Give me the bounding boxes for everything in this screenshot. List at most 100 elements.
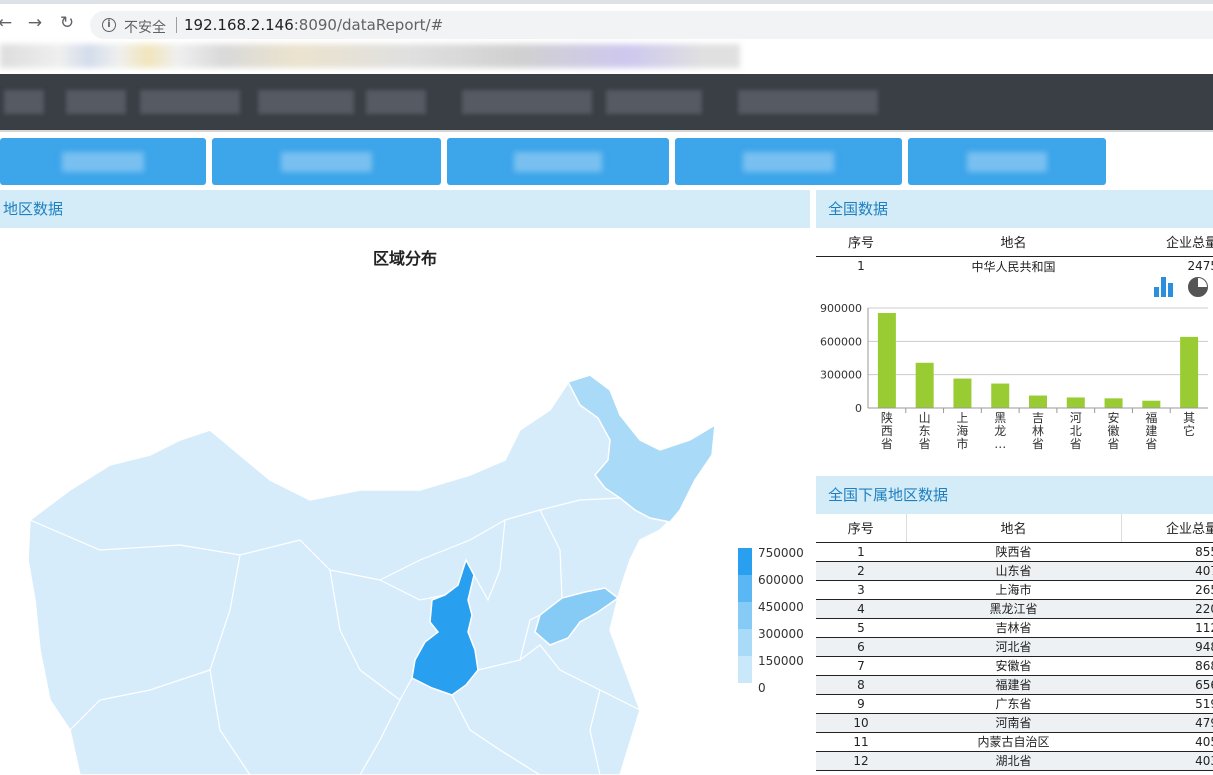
table-row[interactable]: 7安徽省868 bbox=[816, 656, 1213, 676]
bar[interactable] bbox=[1104, 398, 1123, 408]
region-bar-chart[interactable]: 900000 600000 300000 0 陕西省 山东省 上海市 黑龙… 吉林省 河北省 安徽省… bbox=[816, 295, 1213, 470]
subregion-data-header: 全国下属地区数据 bbox=[816, 476, 1213, 514]
bar-chart-icon[interactable] bbox=[1154, 277, 1178, 297]
map-legend: 750000 600000 450000 300000 150000 0 bbox=[738, 546, 804, 695]
legend-swatch[interactable] bbox=[738, 629, 752, 656]
col-header-index[interactable]: 序号 bbox=[816, 228, 906, 257]
table-row[interactable]: 3上海市265 bbox=[816, 580, 1213, 600]
table-row[interactable]: 11内蒙古自治区405 bbox=[816, 732, 1213, 752]
cell-total: 855 bbox=[1121, 542, 1213, 562]
app-header bbox=[0, 74, 1213, 130]
col-header-total[interactable]: 企业总量 bbox=[1121, 228, 1213, 257]
tab-button[interactable] bbox=[675, 138, 902, 185]
cell-total: 407 bbox=[1121, 561, 1213, 581]
col-header-name[interactable]: 地名 bbox=[906, 514, 1122, 543]
insecure-label: 不安全 bbox=[124, 20, 166, 36]
cell-total: 948 bbox=[1121, 637, 1213, 657]
bar[interactable] bbox=[953, 378, 972, 408]
x-tick-label: 黑龙… bbox=[994, 411, 1006, 451]
table-row[interactable]: 1陕西省855 bbox=[816, 542, 1213, 562]
national-table-wrap: 序号 地名 企业总量 1 中华人民共和国 2475 bbox=[816, 228, 1213, 276]
blurred-nav-item[interactable] bbox=[738, 90, 878, 114]
china-map[interactable] bbox=[0, 370, 740, 775]
tab-button[interactable] bbox=[908, 138, 1106, 185]
table-row[interactable]: 10河南省479 bbox=[816, 713, 1213, 733]
table-row[interactable]: 5吉林省112 bbox=[816, 618, 1213, 638]
bar[interactable] bbox=[991, 383, 1010, 408]
table-row[interactable]: 4黑龙江省220 bbox=[816, 599, 1213, 619]
x-tick-label: 吉林省 bbox=[1032, 411, 1044, 451]
blurred-nav-item[interactable] bbox=[4, 90, 44, 114]
browser-address-bar: ← → ↻ i 不安全 192.168.2.146:8090/dataRepor… bbox=[0, 0, 1213, 40]
blurred-nav-item[interactable] bbox=[366, 90, 426, 114]
url-text[interactable]: 192.168.2.146:8090/dataReport/# bbox=[184, 16, 443, 34]
blurred-nav-item[interactable] bbox=[462, 90, 592, 114]
tab-label-blur bbox=[513, 152, 603, 172]
bar[interactable] bbox=[1180, 336, 1199, 408]
legend-swatch[interactable] bbox=[738, 656, 752, 683]
y-tick-label: 300000 bbox=[820, 369, 862, 382]
col-header-total[interactable]: 企业总量 bbox=[1121, 514, 1213, 543]
national-table: 序号 地名 企业总量 1 中华人民共和国 2475 bbox=[816, 228, 1213, 276]
tab-button[interactable] bbox=[0, 138, 206, 185]
bar[interactable] bbox=[877, 313, 896, 408]
table-row[interactable]: 2山东省407 bbox=[816, 561, 1213, 581]
pie-chart-icon[interactable] bbox=[1188, 277, 1208, 297]
info-icon[interactable]: i bbox=[102, 18, 116, 32]
legend-label: 600000 bbox=[758, 573, 804, 587]
blurred-nav-item[interactable] bbox=[140, 90, 240, 114]
x-tick-label: 上海市 bbox=[956, 411, 968, 451]
subregion-table: 序号 地名 企业总量 1陕西省8552山东省4073上海市2654黑龙江省220… bbox=[816, 514, 1213, 771]
bar[interactable] bbox=[915, 362, 934, 408]
tab-button[interactable] bbox=[212, 138, 441, 185]
table-row[interactable]: 12湖北省403 bbox=[816, 751, 1213, 771]
cell-name: 中华人民共和国 bbox=[971, 259, 1056, 274]
cell-index: 1 bbox=[816, 542, 906, 562]
legend-swatch[interactable] bbox=[738, 548, 752, 575]
legend-scale: 750000 600000 450000 300000 150000 0 bbox=[738, 546, 804, 695]
cell-total: 403 bbox=[1121, 751, 1213, 771]
subregion-table-wrap: 序号 地名 企业总量 1陕西省8552山东省4073上海市2654黑龙江省220… bbox=[816, 514, 1213, 775]
table-row[interactable]: 6河北省948 bbox=[816, 637, 1213, 657]
legend-swatch[interactable] bbox=[738, 575, 752, 602]
blurred-nav-item[interactable] bbox=[66, 90, 126, 114]
bar[interactable] bbox=[1029, 395, 1047, 408]
legend-swatch[interactable] bbox=[738, 602, 752, 629]
table-row[interactable]: 9广东省519 bbox=[816, 694, 1213, 714]
table-row[interactable]: 8福建省656 bbox=[816, 675, 1213, 695]
cell-index: 10 bbox=[816, 713, 906, 733]
x-tick-label: 安徽省 bbox=[1108, 410, 1120, 451]
map-title: 区域分布 bbox=[372, 249, 437, 268]
cell-total: 519 bbox=[1121, 694, 1213, 714]
cell-name: 吉林省 bbox=[906, 618, 1121, 638]
table-row[interactable]: 1 中华人民共和国 2475 bbox=[816, 256, 1213, 276]
x-tick-label: 其它 bbox=[1183, 411, 1195, 438]
y-tick-label: 600000 bbox=[820, 335, 862, 348]
x-tick-label: 山东省 bbox=[919, 411, 931, 451]
cell-total: 265 bbox=[1121, 580, 1213, 600]
url-path: :8090/dataReport/# bbox=[293, 16, 444, 34]
cell-total: 2475 bbox=[1187, 259, 1213, 274]
legend-label: 750000 bbox=[758, 546, 804, 560]
cell-total: 656 bbox=[1121, 675, 1213, 695]
cell-index: 9 bbox=[816, 694, 906, 714]
col-header-name[interactable]: 地名 bbox=[906, 228, 1121, 257]
back-icon[interactable]: ← bbox=[0, 12, 16, 34]
cell-total: 479 bbox=[1121, 713, 1213, 733]
col-header-index[interactable]: 序号 bbox=[816, 514, 907, 543]
url-separator bbox=[176, 17, 177, 33]
blurred-bookmarks bbox=[0, 44, 740, 68]
reload-icon[interactable]: ↻ bbox=[56, 12, 78, 34]
blurred-nav-item[interactable] bbox=[258, 90, 354, 114]
x-tick-label: 陕西省 bbox=[881, 410, 893, 451]
tab-button[interactable] bbox=[447, 138, 669, 185]
cell-name: 山东省 bbox=[906, 561, 1121, 581]
blurred-nav-item[interactable] bbox=[606, 90, 702, 114]
y-tick-label: 0 bbox=[855, 402, 862, 415]
cell-total: 220 bbox=[1121, 599, 1213, 619]
forward-icon[interactable]: → bbox=[24, 12, 46, 34]
bar[interactable] bbox=[1066, 397, 1085, 408]
cell-index: 1 bbox=[857, 259, 865, 274]
url-bar[interactable]: i 不安全 192.168.2.146:8090/dataReport/# bbox=[90, 11, 1213, 39]
bar[interactable] bbox=[1142, 400, 1161, 408]
